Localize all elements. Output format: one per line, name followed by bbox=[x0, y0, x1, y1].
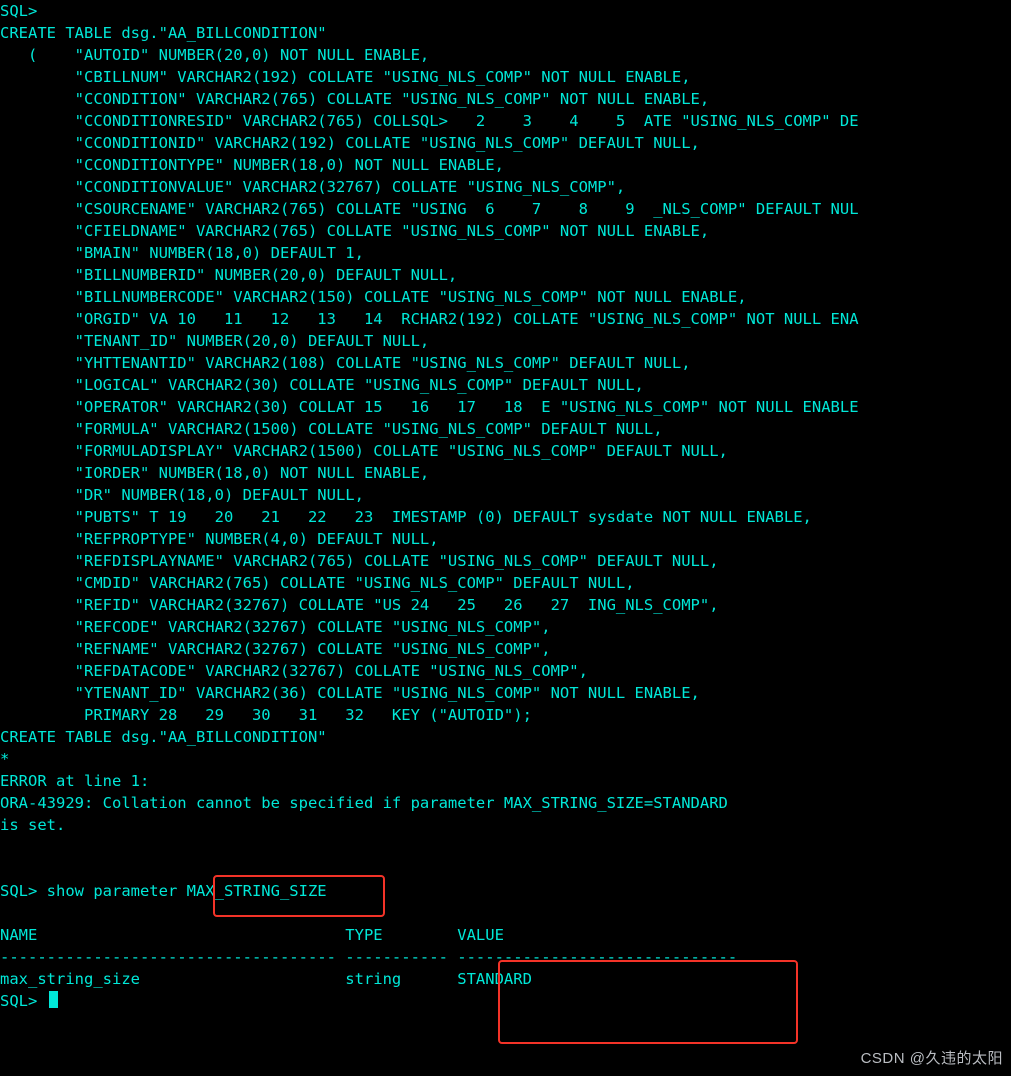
watermark: CSDN @久违的太阳 bbox=[861, 1048, 1003, 1070]
terminal-output: SQL> CREATE TABLE dsg."AA_BILLCONDITION"… bbox=[0, 0, 1011, 1012]
cursor bbox=[49, 991, 58, 1008]
